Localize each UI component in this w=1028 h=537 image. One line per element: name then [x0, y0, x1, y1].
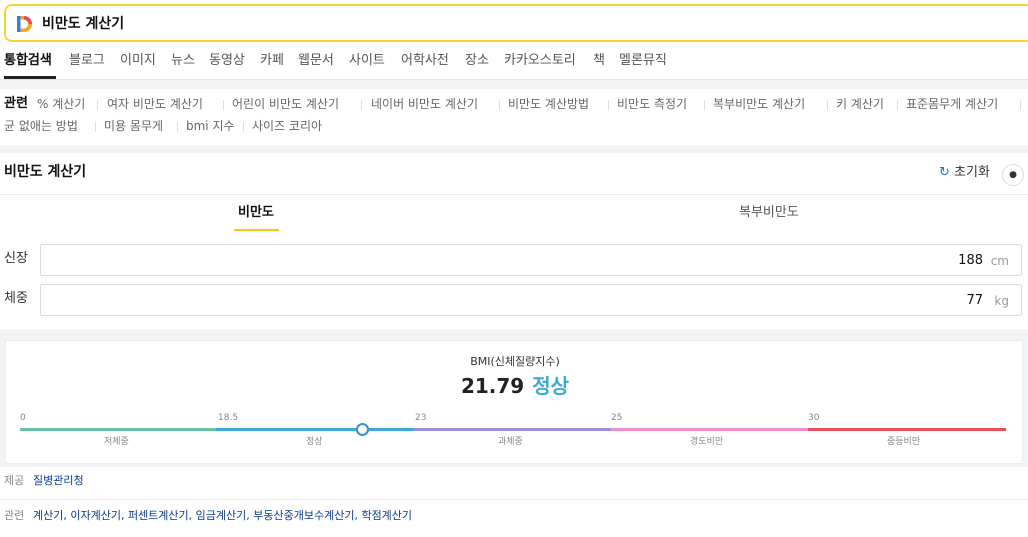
- related-calculators-label: 관련: [4, 509, 25, 522]
- tab-kakaostory[interactable]: 카카오스토리: [504, 52, 576, 70]
- bmi-label: BMI(신체질량지수): [470, 355, 560, 368]
- scale-category: 경도비만: [690, 437, 724, 447]
- feedback-button[interactable]: ●: [1002, 164, 1024, 186]
- scale-tick: 25: [611, 413, 623, 423]
- related-item[interactable]: 비만도 계산방법: [508, 95, 589, 113]
- tab-dictionary[interactable]: 어학사전: [401, 52, 449, 70]
- divider: [0, 499, 1028, 500]
- tab-webdoc[interactable]: 웹문서: [298, 52, 334, 70]
- search-box[interactable]: 비만도 계산기: [4, 4, 1028, 42]
- scale-category: 중등비만: [887, 437, 921, 447]
- related-item[interactable]: 표준몸무게 계산기: [906, 95, 998, 113]
- separator: [223, 100, 224, 110]
- tab-integrated[interactable]: 통합검색: [4, 52, 52, 70]
- scale-category: 정상: [306, 437, 323, 447]
- mode-tab-underline: [234, 229, 279, 231]
- separator: [97, 100, 98, 110]
- bmi-calculator: 비만도 계산기 ↻ 초기화 ● 비만도 복부비만도 신장 188 cm 체중 7…: [0, 153, 1028, 537]
- related-item[interactable]: 균 없애는 방법: [4, 117, 78, 135]
- tab-cafe[interactable]: 카페: [260, 52, 284, 70]
- related-item[interactable]: 키 계산기: [836, 95, 884, 113]
- scale-segment-overweight: [414, 428, 611, 431]
- scale-category: 과체중: [498, 437, 523, 447]
- tab-book[interactable]: 책: [593, 52, 605, 70]
- weight-label: 체중: [4, 291, 28, 306]
- scale-segment-obese-1: [611, 428, 808, 431]
- calculator-title: 비만도 계산기: [4, 164, 87, 180]
- related-title: 관련: [4, 96, 28, 111]
- reset-label: 초기화: [954, 165, 990, 180]
- daum-logo-icon: [17, 16, 32, 32]
- tab-image[interactable]: 이미지: [120, 52, 156, 70]
- separator: [897, 100, 898, 110]
- related-item[interactable]: 미용 몸무게: [104, 117, 163, 135]
- search-query[interactable]: 비만도 계산기: [42, 14, 124, 34]
- result-area: BMI(신체질량지수) 21.79 정상 0 18.5 23 25 30 저체중 …: [0, 329, 1028, 467]
- scale-category: 저체중: [104, 437, 129, 447]
- separator: [1020, 100, 1021, 110]
- scale-segment-underweight: [20, 428, 216, 431]
- separator: [361, 100, 362, 110]
- reset-button[interactable]: ↻ 초기화: [939, 164, 990, 182]
- related-item[interactable]: % 계산기: [37, 95, 85, 113]
- separator: [499, 100, 500, 110]
- separator: [243, 122, 244, 132]
- related-item[interactable]: 비만도 측정기: [617, 95, 687, 113]
- related-item[interactable]: bmi 지수: [186, 117, 235, 135]
- bmi-status: 정상: [532, 374, 570, 398]
- mode-tab-abdominal[interactable]: 복부비만도: [739, 204, 799, 222]
- bmi-value: 21.79: [460, 374, 525, 398]
- tab-video[interactable]: 동영상: [209, 52, 245, 70]
- scale-tick: 0: [20, 413, 26, 423]
- weight-unit: kg: [994, 294, 1009, 308]
- weight-input[interactable]: 77 kg: [40, 284, 1022, 316]
- separator: [608, 100, 609, 110]
- related-item[interactable]: 여자 비만도 계산기: [107, 95, 203, 113]
- height-unit: cm: [990, 254, 1009, 268]
- speech-bubble-icon: ●: [1009, 170, 1017, 180]
- height-value[interactable]: 188: [958, 252, 983, 270]
- bmi-marker: [356, 423, 369, 436]
- related-item[interactable]: 복부비만도 계산기: [713, 95, 805, 113]
- search-area: 비만도 계산기: [0, 0, 1028, 46]
- related-calculators-links[interactable]: 계산기, 이자계산기, 퍼센트계산기, 임금계산기, 부동산중개보수계산기, 학…: [33, 509, 412, 523]
- related-item[interactable]: 네이버 비만도 계산기: [371, 95, 478, 113]
- related-item[interactable]: 어린이 비만도 계산기: [232, 95, 339, 113]
- scale-tick: 23: [415, 413, 427, 423]
- source-link[interactable]: 질병관리청: [33, 474, 84, 488]
- height-label: 신장: [4, 251, 28, 266]
- scale-segment-normal: [216, 428, 414, 431]
- separator: [704, 100, 705, 110]
- tab-site[interactable]: 사이트: [349, 52, 385, 70]
- active-tab-underline: [4, 76, 56, 79]
- separator: [177, 122, 178, 132]
- scale-tick: 30: [808, 413, 820, 423]
- result-card: BMI(신체질량지수) 21.79 정상 0 18.5 23 25 30 저체중 …: [5, 340, 1023, 464]
- tab-melon[interactable]: 멜론뮤직: [619, 52, 667, 70]
- source-label: 제공: [4, 474, 25, 487]
- divider: [0, 194, 1028, 195]
- tab-news[interactable]: 뉴스: [171, 52, 195, 70]
- tab-place[interactable]: 장소: [465, 52, 489, 70]
- scale-tick: 18.5: [218, 413, 239, 423]
- related-searches: 관련 % 계산기 여자 비만도 계산기 어린이 비만도 계산기 네이버 비만도 …: [0, 89, 1028, 145]
- separator: [827, 100, 828, 110]
- scale-segment-obese-2: [808, 428, 1006, 431]
- tab-blog[interactable]: 블로그: [69, 52, 105, 70]
- search-tabs: 통합검색 블로그 이미지 뉴스 동영상 카페 웹문서 사이트 어학사전 장소 카…: [0, 46, 1028, 80]
- separator: [95, 122, 96, 132]
- weight-value[interactable]: 77: [966, 292, 983, 310]
- refresh-icon: ↻: [939, 165, 950, 180]
- height-input[interactable]: 188 cm: [40, 244, 1022, 276]
- mode-tab-bmi[interactable]: 비만도: [238, 204, 274, 222]
- bmi-readout: 21.79 정상: [6, 373, 1024, 401]
- related-item[interactable]: 사이즈 코리아: [252, 117, 322, 135]
